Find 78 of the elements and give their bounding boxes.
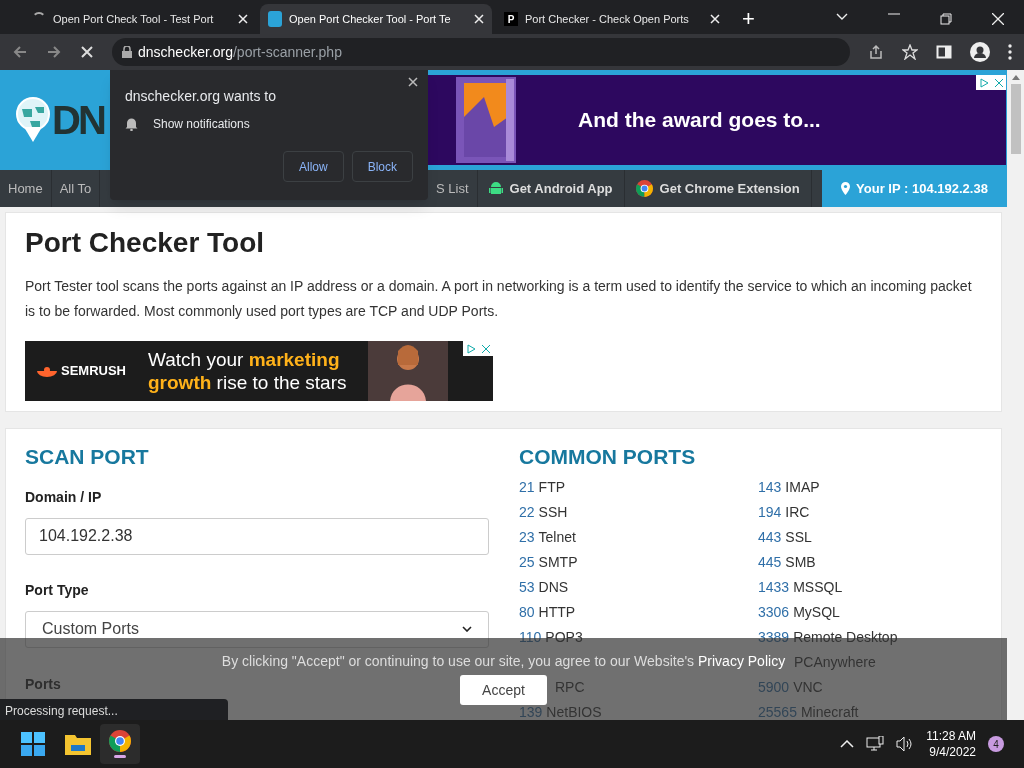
ad-choices-icon[interactable] — [976, 75, 1006, 90]
chevron-up-icon[interactable] — [840, 740, 855, 748]
star-icon[interactable] — [902, 44, 918, 60]
field-label: Ports — [25, 674, 61, 694]
cookie-notice: By clicking "Accept" or continuing to use our site, you agree to our Website's Privacy Policy — [221, 652, 786, 671]
volume-icon[interactable] — [896, 736, 915, 752]
nav-link[interactable]: Home — [0, 170, 52, 207]
side-panel-icon[interactable] — [936, 44, 952, 60]
port-link[interactable]: 194 IRC — [758, 499, 810, 525]
field-label: Domain / IP — [25, 487, 103, 507]
close-tab-icon[interactable] — [474, 14, 484, 24]
section-heading: SCAN PORT — [25, 444, 150, 470]
clock-date[interactable]: 9/4/2022 — [929, 744, 976, 760]
nav-link[interactable]: Get Android App — [477, 170, 625, 207]
ad-slogan: Watch your marketing growth rise to the stars — [148, 348, 348, 394]
bell-icon — [125, 117, 138, 131]
domain-input[interactable]: 104.192.2.38 — [25, 517, 489, 555]
globe-pin-icon — [16, 97, 50, 143]
lock-icon — [122, 46, 132, 58]
ad-headline: And the award goes to... — [578, 107, 821, 134]
back-icon[interactable] — [12, 44, 28, 60]
android-icon — [488, 180, 503, 197]
restore-icon[interactable] — [940, 13, 952, 25]
section-heading: COMMON PORTS — [519, 444, 697, 470]
flame-icon — [37, 364, 57, 378]
windows-start-icon[interactable] — [21, 732, 45, 756]
port-link[interactable]: 3306 MySQL — [758, 599, 840, 625]
port-link[interactable]: 443 SSL — [758, 524, 812, 550]
notification-badge[interactable]: 4 — [988, 736, 1004, 752]
location-pin-icon — [841, 182, 851, 195]
port-link[interactable]: 1433 MSSQL — [758, 574, 843, 600]
close-icon[interactable] — [408, 77, 418, 87]
nav-link[interactable]: All To — [51, 170, 101, 207]
port-link[interactable]: 21 FTP — [519, 474, 566, 500]
clock-time[interactable]: 11:28 AM — [926, 728, 976, 744]
port-link[interactable]: 53 DNS — [519, 574, 569, 600]
share-icon[interactable] — [868, 44, 884, 60]
field-label: Port Type — [25, 580, 90, 600]
brand-name: SEMRUSH — [61, 362, 126, 381]
profile-icon[interactable] — [970, 42, 990, 62]
accept-button[interactable]: Accept — [460, 675, 547, 705]
port-link[interactable]: 25 SMTP — [519, 549, 578, 575]
chrome-taskbar-button[interactable] — [100, 724, 140, 764]
browser-tab[interactable]: Open Port Checker Tool - Port Te — [260, 4, 492, 34]
new-tab-button[interactable]: + — [732, 4, 765, 34]
forward-icon[interactable] — [46, 44, 62, 60]
port-link[interactable]: 22 SSH — [519, 499, 568, 525]
page-title: Port Checker Tool — [25, 226, 266, 260]
prompt-button[interactable]: Allow — [282, 151, 344, 182]
prompt-button[interactable]: Block — [351, 151, 413, 182]
close-tab-icon[interactable] — [238, 14, 248, 24]
port-link[interactable]: 143 IMAP — [758, 474, 820, 500]
prompt-request: Show notifications — [153, 116, 250, 133]
chrome-icon — [635, 180, 653, 197]
port-link[interactable]: 23 Telnet — [519, 524, 576, 550]
scroll-up-icon[interactable] — [1011, 74, 1020, 80]
chevron-down-icon — [462, 626, 472, 632]
prompt-title: dnschecker.org wants to — [125, 87, 277, 106]
nav-link[interactable]: Get Chrome Extension — [624, 170, 812, 207]
intro-paragraph: Port Tester tool scans the ports against an IP address or a domain. A port in networking is a term used to identify the service to which an incoming packet is to be forwarded. Most commonly used port types are TCP and UDP Ports. — [25, 277, 973, 321]
stop-icon[interactable] — [80, 45, 94, 59]
folder-icon[interactable] — [65, 733, 91, 755]
url-text: dnschecker.org/port-scanner.php — [138, 42, 342, 62]
logo-text: DN — [52, 97, 104, 144]
browser-tab[interactable]: Open Port Check Tool - Test Port — [24, 4, 256, 34]
port-link[interactable]: 80 HTTP — [519, 599, 576, 625]
menu-icon[interactable] — [1008, 44, 1012, 60]
site-favicon: P — [504, 12, 518, 26]
status-text: Processing request... — [0, 699, 228, 720]
scrollbar-thumb[interactable] — [1010, 84, 1021, 154]
close-tab-icon[interactable] — [710, 14, 720, 24]
tab-search-icon[interactable] — [836, 13, 848, 21]
network-icon[interactable] — [866, 736, 885, 752]
browser-tab[interactable]: P Port Checker - Check Open Ports — [496, 4, 728, 34]
site-favicon-icon — [268, 11, 282, 27]
address-bar[interactable]: dnschecker.org/port-scanner.php — [112, 38, 850, 66]
port-link[interactable]: 445 SMB — [758, 549, 816, 575]
chrome-icon — [109, 730, 131, 752]
